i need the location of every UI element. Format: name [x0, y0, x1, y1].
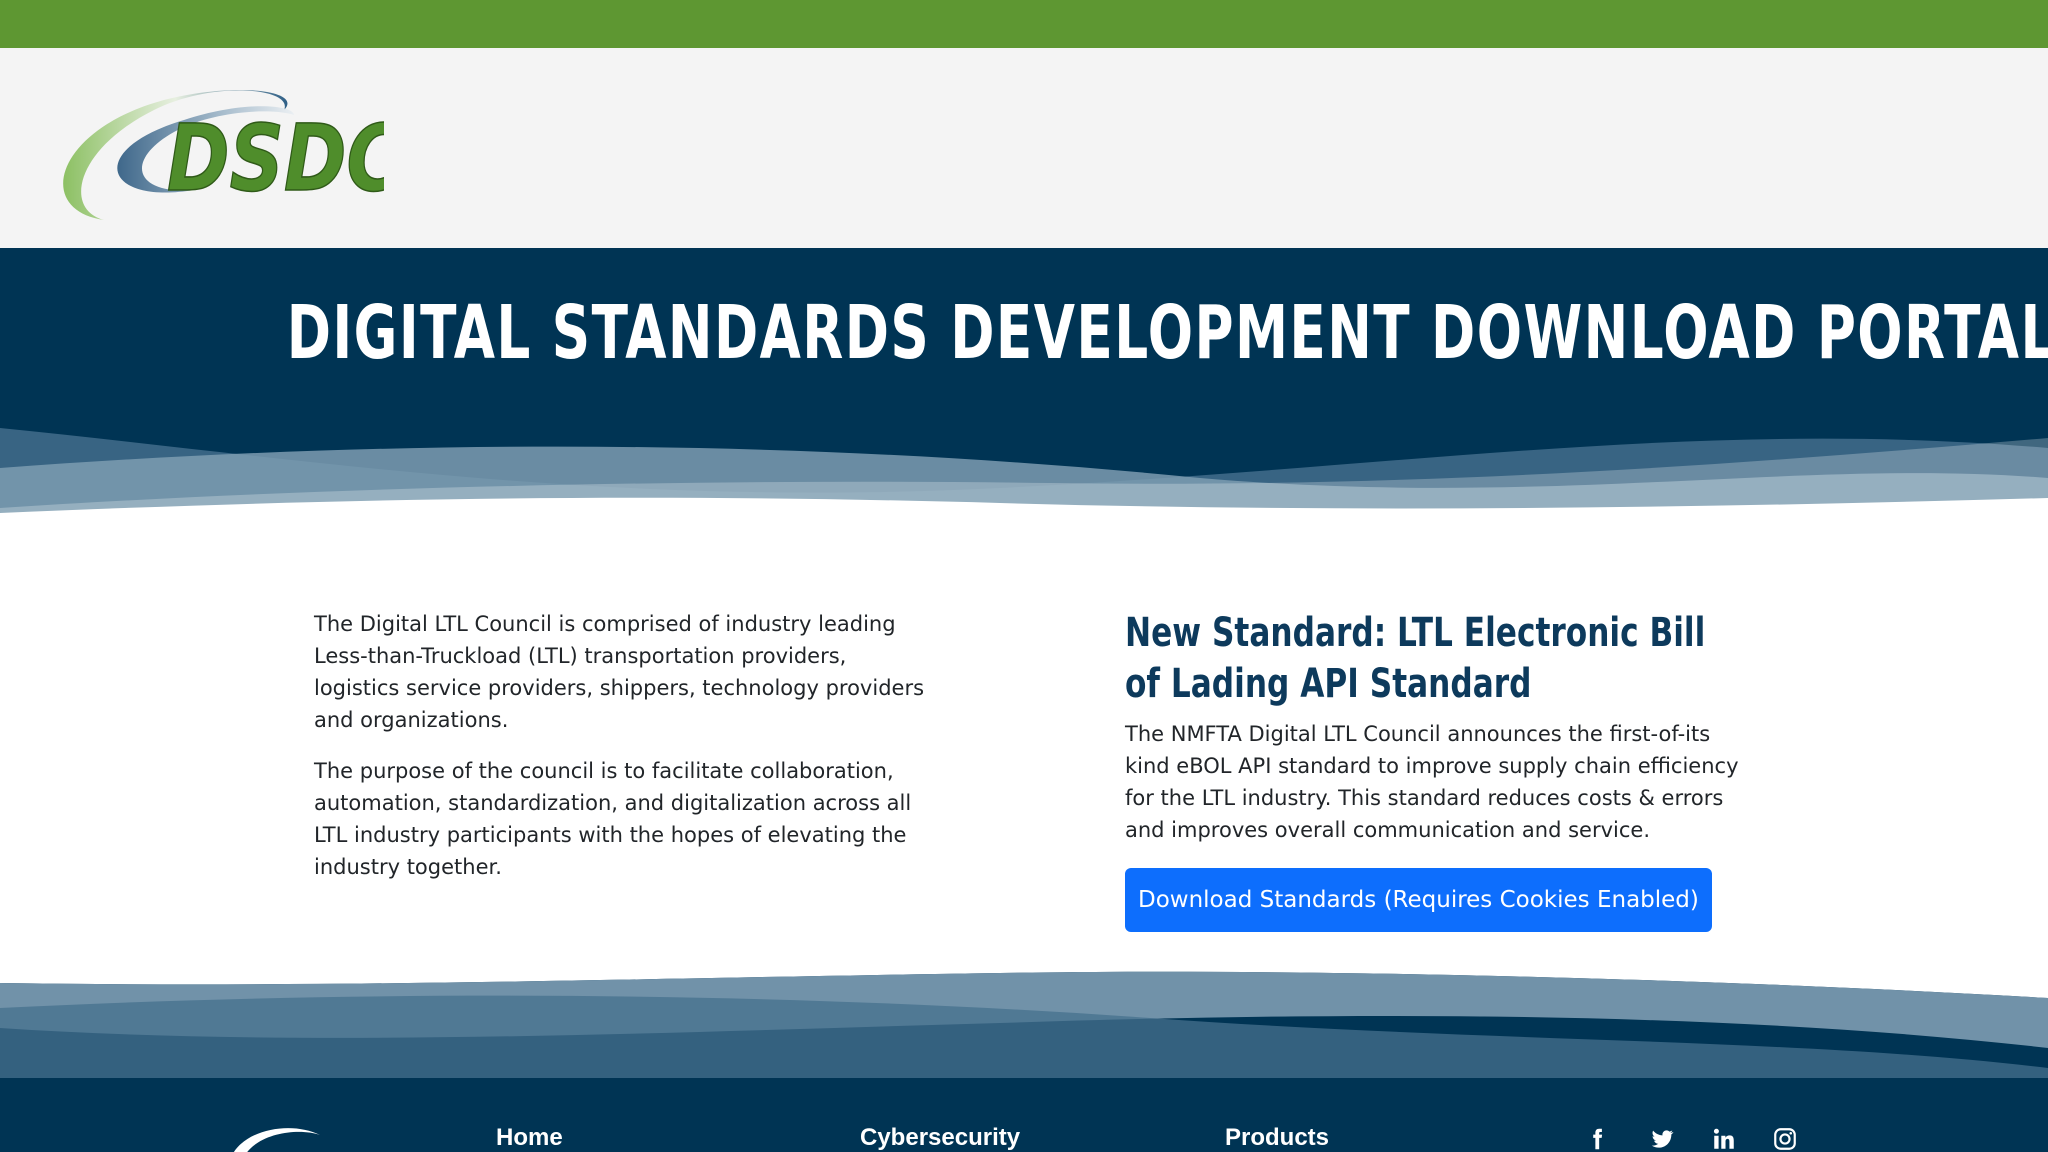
announcement-column: New Standard: LTL Electronic Bill of Lad…	[1125, 608, 1745, 932]
top-accent-bar	[0, 0, 2048, 48]
footer-link-products[interactable]: Products	[1225, 1124, 1329, 1152]
hero-wave-decoration	[0, 428, 2048, 528]
download-standards-button[interactable]: Download Standards (Requires Cookies Ena…	[1125, 868, 1712, 932]
twitter-icon[interactable]	[1645, 1124, 1679, 1152]
intro-paragraph: The Digital LTL Council is comprised of …	[314, 612, 925, 732]
facebook-icon[interactable]	[1580, 1124, 1614, 1152]
footer-logo[interactable]	[220, 1110, 340, 1152]
instagram-icon[interactable]	[1768, 1124, 1802, 1152]
logo-text: DSDC	[167, 105, 384, 212]
footer-wave-decoration	[0, 968, 2048, 1078]
intro-paragraph: The purpose of the council is to facilit…	[314, 759, 912, 879]
hero-banner: DIGITAL STANDARDS DEVELOPMENT DOWNLOAD P…	[0, 248, 2048, 528]
announcement-title: New Standard: LTL Electronic Bill of Lad…	[1125, 610, 1706, 707]
dsdc-logo[interactable]: DSDC	[44, 70, 384, 230]
header: DSDC	[0, 48, 2048, 248]
dsdc-logo-mark: DSDC	[63, 89, 384, 220]
linkedin-icon[interactable]	[1707, 1124, 1741, 1152]
footer-link-home[interactable]: Home	[496, 1124, 563, 1152]
intro-column: The Digital LTL Council is comprised of …	[314, 608, 934, 902]
page-title: DIGITAL STANDARDS DEVELOPMENT DOWNLOAD P…	[286, 290, 2048, 376]
footer-link-cybersecurity[interactable]: Cybersecurity	[860, 1124, 1020, 1152]
footer: Home Cybersecurity Products	[0, 968, 2048, 1152]
announcement-body: The NMFTA Digital LTL Council announces …	[1125, 722, 1739, 842]
main-content: The Digital LTL Council is comprised of …	[0, 528, 2048, 968]
